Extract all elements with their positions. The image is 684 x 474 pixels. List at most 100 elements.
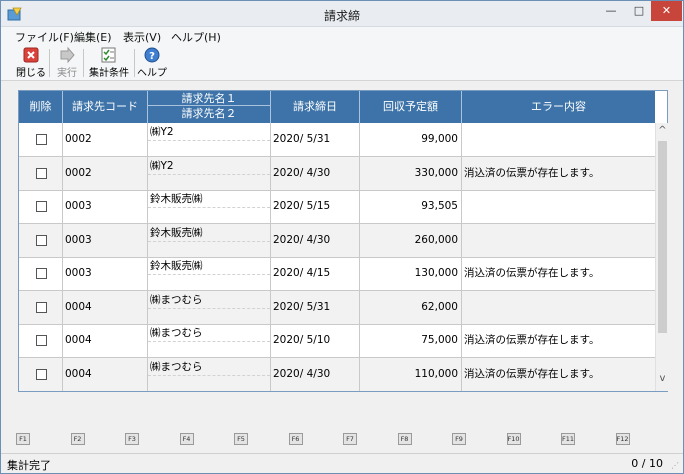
close-window-button[interactable]: ✕ bbox=[651, 1, 682, 21]
delete-cell bbox=[19, 357, 63, 391]
menu-view[interactable]: 表示(V) bbox=[123, 29, 161, 45]
scroll-up-icon[interactable]: ^ bbox=[656, 125, 669, 139]
error-cell: 消込済の伝票が存在します。 bbox=[464, 267, 600, 279]
function-key-f8[interactable]: F8 bbox=[397, 433, 412, 445]
function-key-f10[interactable]: F10 bbox=[506, 433, 521, 445]
header-customer-code[interactable]: 請求先コード bbox=[63, 91, 148, 123]
function-key-f5[interactable]: F5 bbox=[234, 433, 248, 445]
customer-name-1: ㈱まつむら bbox=[150, 293, 203, 306]
function-key-f6[interactable]: F6 bbox=[288, 433, 303, 445]
error-cell: 消込済の伝票が存在します。 bbox=[464, 166, 600, 179]
error-cell bbox=[462, 224, 655, 257]
delete-checkbox[interactable] bbox=[36, 201, 47, 212]
customer-name-cell: ㈱Y2 bbox=[148, 156, 271, 190]
grid-header: 削除 請求先コード 請求先名１ 請求先名２ 請求締日 回収予定額 エラー内容 bbox=[19, 91, 655, 123]
customer-name-1: ㈱Y2 bbox=[150, 159, 174, 172]
header-closing-date[interactable]: 請求締日 bbox=[271, 91, 360, 123]
delete-checkbox[interactable] bbox=[36, 134, 47, 145]
delete-cell bbox=[19, 123, 63, 156]
table-row[interactable]: 0004 ㈱まつむら 2020/ 5/10 75,000 消込済の伝票が存在します。 bbox=[19, 324, 655, 358]
delete-cell bbox=[19, 156, 63, 190]
amount-cell: 75,000 bbox=[360, 324, 462, 357]
header-customer-name-2[interactable]: 請求先名２ bbox=[148, 106, 270, 122]
error-cell bbox=[462, 291, 655, 324]
header-amount[interactable]: 回収予定額 bbox=[360, 91, 462, 123]
table-row[interactable]: 0002 ㈱Y2 2020/ 5/31 99,000 bbox=[19, 123, 655, 157]
title-bar: 請求締 — □ ✕ bbox=[1, 1, 683, 27]
run-icon bbox=[60, 47, 75, 63]
table-row[interactable]: 0003 鈴木販売㈱ 2020/ 4/30 260,000 bbox=[19, 223, 655, 258]
help-button[interactable]: ? ヘルプ bbox=[137, 47, 167, 79]
close-button[interactable]: 閉じる bbox=[11, 47, 51, 79]
header-customer-name-1[interactable]: 請求先名１ bbox=[148, 91, 270, 106]
name-divider bbox=[148, 240, 270, 242]
svg-text:?: ? bbox=[149, 51, 155, 62]
delete-checkbox[interactable] bbox=[36, 167, 47, 179]
toolbar: 閉じる 実行 集計条件 ? ヘルプ bbox=[1, 45, 683, 81]
delete-checkbox[interactable] bbox=[36, 301, 47, 313]
table-row[interactable]: 0002 ㈱Y2 2020/ 4/30 330,000 消込済の伝票が存在します。 bbox=[19, 156, 655, 191]
header-error[interactable]: エラー内容 bbox=[462, 91, 655, 123]
customer-name-1: ㈱Y2 bbox=[150, 126, 174, 138]
function-key-f12[interactable]: F12 bbox=[615, 433, 630, 445]
delete-cell bbox=[19, 223, 63, 257]
checklist-icon bbox=[101, 47, 116, 63]
function-key-f11[interactable]: F11 bbox=[561, 433, 575, 445]
function-key-f2[interactable]: F2 bbox=[70, 433, 85, 445]
resize-grip-icon[interactable]: ⋰ bbox=[671, 461, 681, 471]
function-key-f4[interactable]: F4 bbox=[179, 433, 194, 445]
record-count: 0 / 10 bbox=[631, 457, 663, 470]
app-window: 請求締 — □ ✕ ファイル(F) 編集(E) 表示(V) ヘルプ(H) 閉じる… bbox=[0, 0, 684, 474]
table-row[interactable]: 0004 ㈱まつむら 2020/ 4/30 110,000 消込済の伝票が存在します。 bbox=[19, 357, 655, 391]
closing-date-cell: 2020/ 4/30 bbox=[271, 223, 360, 257]
maximize-button[interactable]: □ bbox=[625, 1, 653, 21]
customer-name-1: ㈱まつむら bbox=[150, 327, 203, 339]
customer-name-cell: ㈱まつむら bbox=[148, 324, 271, 357]
customer-name-cell: 鈴木販売㈱ bbox=[148, 223, 271, 257]
header-delete[interactable]: 削除 bbox=[19, 91, 63, 123]
run-button[interactable]: 実行 bbox=[52, 47, 82, 79]
customer-name-cell: ㈱まつむら bbox=[148, 290, 271, 324]
menu-help[interactable]: ヘルプ(H) bbox=[171, 29, 221, 45]
name-divider bbox=[148, 374, 270, 376]
customer-name-1: ㈱まつむら bbox=[150, 360, 203, 373]
status-bar: 集計完了 0 / 10 ⋰ bbox=[1, 453, 683, 473]
table-row[interactable]: 0003 鈴木販売㈱ 2020/ 4/15 130,000 消込済の伝票が存在します。 bbox=[19, 257, 655, 291]
delete-cell bbox=[19, 190, 63, 223]
minimize-button[interactable]: — bbox=[597, 1, 625, 21]
function-key-f1[interactable]: F1 bbox=[16, 433, 30, 445]
delete-cell bbox=[19, 290, 63, 324]
error-cell bbox=[462, 123, 655, 156]
amount-cell: 93,505 bbox=[360, 190, 462, 223]
toolbar-separator bbox=[134, 49, 135, 77]
name-divider bbox=[148, 207, 270, 208]
delete-checkbox[interactable] bbox=[36, 268, 47, 279]
vertical-scrollbar[interactable]: ^ v bbox=[655, 123, 668, 391]
toolbar-separator bbox=[83, 49, 84, 77]
customer-code-cell: 0003 bbox=[63, 257, 148, 290]
scroll-thumb[interactable] bbox=[658, 141, 667, 333]
customer-code-cell: 0003 bbox=[63, 190, 148, 223]
close-label: 閉じる bbox=[16, 68, 46, 79]
customer-code-cell: 0002 bbox=[63, 123, 148, 156]
error-cell bbox=[462, 190, 655, 223]
function-key-f9[interactable]: F9 bbox=[452, 433, 466, 445]
function-key-f3[interactable]: F3 bbox=[125, 433, 139, 445]
table-row[interactable]: 0004 ㈱まつむら 2020/ 5/31 62,000 bbox=[19, 290, 655, 325]
table-row[interactable]: 0003 鈴木販売㈱ 2020/ 5/15 93,505 bbox=[19, 190, 655, 224]
name-divider bbox=[148, 140, 270, 141]
scroll-down-icon[interactable]: v bbox=[656, 373, 669, 387]
customer-code-cell: 0003 bbox=[63, 223, 148, 257]
aggregate-conditions-button[interactable]: 集計条件 bbox=[86, 47, 132, 79]
closing-date-cell: 2020/ 5/31 bbox=[271, 290, 360, 324]
delete-checkbox[interactable] bbox=[36, 335, 47, 346]
window-title: 請求締 bbox=[323, 9, 360, 23]
menu-file[interactable]: ファイル(F) bbox=[15, 29, 74, 45]
delete-checkbox[interactable] bbox=[36, 368, 47, 380]
menu-edit[interactable]: 編集(E) bbox=[74, 29, 112, 45]
function-key-f7[interactable]: F7 bbox=[343, 433, 357, 445]
customer-name-1: 鈴木販売㈱ bbox=[150, 226, 203, 239]
closing-date-cell: 2020/ 4/15 bbox=[271, 257, 360, 290]
name-divider bbox=[148, 173, 270, 175]
delete-checkbox[interactable] bbox=[36, 234, 47, 246]
